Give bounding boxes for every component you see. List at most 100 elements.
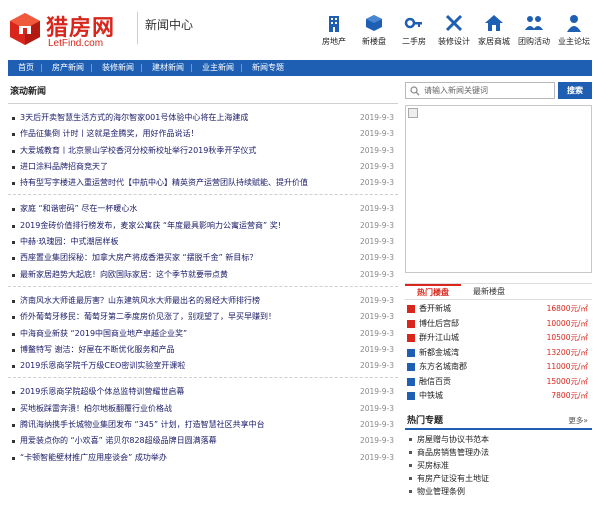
estate-name[interactable]: 中铁城: [419, 391, 443, 400]
news-item[interactable]: 家庭 “和谐密码” 尽在一杯暖心水 2019-9-3: [8, 201, 398, 217]
estate-item[interactable]: 东方名城南郡 11000元/㎡: [405, 360, 592, 375]
estate-tabs: 热门楼盘 最新楼盘: [405, 284, 592, 300]
search-button[interactable]: 搜索: [558, 82, 592, 99]
estate-name[interactable]: 东方名城南郡: [419, 362, 467, 371]
news-item[interactable]: 腾讯海纳携手长城物业集团发布 “345” 计划，打造智慧社区共享中台 2019-9…: [8, 417, 398, 433]
news-item[interactable]: 西座置业集团探秘：加拿大房产将成香港买家 “摆脱千金” 新目标？ 2019-9-3: [8, 250, 398, 266]
news-title[interactable]: 中海商业新获 “2019中国商业地产卓越企业奖”: [20, 329, 187, 338]
menu-material-news[interactable]: 建材新闻: [142, 60, 192, 76]
key-icon: [404, 14, 424, 32]
news-title[interactable]: 3天后开卖智慧生活方式的海尔智家001号体验中心将在上海建成: [20, 113, 248, 122]
estate-item[interactable]: 新都金城湾 13200元/㎡: [405, 346, 592, 361]
nav-decoration[interactable]: 装修设计: [434, 14, 474, 47]
estate-item[interactable]: 群升江山城 10500元/㎡: [405, 331, 592, 346]
news-date: 2019-9-3: [359, 161, 394, 171]
news-item[interactable]: 2019乐恩商学院超级个体总监特训营耀世启幕 2019-9-3: [8, 384, 398, 400]
menu-news-topics[interactable]: 新闻专题: [242, 60, 292, 76]
topic-item[interactable]: 有房产证没有土地证: [405, 472, 592, 485]
users-icon: [524, 14, 544, 32]
news-item[interactable]: 用爱装点你的 “小欢喜” 诺贝尔828超级品牌日圆满落幕 2019-9-3: [8, 433, 398, 449]
news-date: 2019-9-3: [359, 436, 394, 446]
news-title[interactable]: 最新家居趋势大起底！向欧国际家居：这个季节就要带点黄: [20, 270, 228, 279]
nav-forum[interactable]: 业主论坛: [554, 14, 594, 47]
main-menu: 首页 房产新闻 装修新闻 建材新闻 业主新闻 新闻专题: [8, 60, 592, 76]
topic-item[interactable]: 商品房销售管理办法: [405, 446, 592, 459]
news-date: 2019-9-3: [359, 269, 394, 279]
estate-name[interactable]: 融信百贡: [419, 377, 451, 386]
news-item[interactable]: 侨外葡萄牙移民：葡萄牙第二季度房价见涨了，别观望了，早买早赚到！ 2019-9-3: [8, 309, 398, 325]
nav-resale[interactable]: 二手房: [394, 14, 434, 47]
news-item[interactable]: “卡顿智能壁材推广应用座谈会” 成功举办 2019-9-3: [8, 450, 398, 466]
menu-owner-news[interactable]: 业主新闻: [192, 60, 242, 76]
rank-marker: [407, 348, 415, 357]
news-item[interactable]: 持有型写字楼进入重运营时代【中航中心】精英资产运营团队持续赋能、提升价值 2019…: [8, 175, 398, 191]
news-item[interactable]: 作品征集倒 计时丨这就是金腾奖，用好作品说话！ 2019-9-3: [8, 126, 398, 142]
nav-label: 装修设计: [438, 37, 470, 46]
news-title[interactable]: 中赫·玖瑰园：中式潮居样板: [20, 237, 119, 246]
topic-item[interactable]: 物业管理条例: [405, 485, 592, 498]
news-title[interactable]: 博鳌特写 谢洁：好屋在不断优化服务和产品: [20, 345, 175, 354]
news-title[interactable]: 持有型写字楼进入重运营时代【中航中心】精英资产运营团队持续赋能、提升价值: [20, 178, 308, 187]
nav-label: 二手房: [402, 37, 426, 46]
search-input[interactable]: 请输入新闻关键词: [405, 82, 555, 99]
menu-home[interactable]: 首页: [8, 60, 42, 76]
news-item[interactable]: 中赫·玖瑰园：中式潮居样板 2019-9-3: [8, 234, 398, 250]
tab-hot-estates[interactable]: 热门楼盘: [405, 284, 461, 299]
news-date: 2019-9-3: [359, 295, 394, 305]
estate-item[interactable]: 博仕后宫邸 10000元/㎡: [405, 317, 592, 332]
nav-real-estate[interactable]: 房地产: [314, 14, 354, 47]
tab-new-estates[interactable]: 最新楼盘: [461, 284, 517, 299]
news-title[interactable]: 2019乐恩商学院千万级CEO密训实验室开课啦: [20, 361, 185, 370]
news-item[interactable]: 济南风水大师谁最厉害？山东建筑风水大师最出名的易经大师排行榜 2019-9-3: [8, 293, 398, 309]
nav-group-buy[interactable]: 团购活动: [514, 14, 554, 47]
news-title[interactable]: 济南风水大师谁最厉害？山东建筑风水大师最出名的易经大师排行榜: [20, 296, 260, 305]
news-title[interactable]: 2019乐恩商学院超级个体总监特训营耀世启幕: [20, 387, 184, 396]
menu-decoration-news[interactable]: 装修新闻: [92, 60, 142, 76]
estate-name[interactable]: 新都金城湾: [419, 348, 459, 357]
menu-property-news[interactable]: 房产新闻: [42, 60, 92, 76]
topic-item[interactable]: 买房标准: [405, 459, 592, 472]
news-title[interactable]: 2019金砖价值排行榜发布，麦家公寓获 “年度最具影响力公寓运营商” 奖!: [20, 221, 281, 230]
news-item[interactable]: 2019乐恩商学院千万级CEO密训实验室开课啦 2019-9-3: [8, 358, 398, 374]
header-divider: [137, 12, 138, 44]
estate-item[interactable]: 香开新城 16800元/㎡: [405, 302, 592, 317]
rank-marker: [407, 392, 415, 400]
news-item[interactable]: 买地板踩雷奔溃！柏尔地板翻覆行业价格战 2019-9-3: [8, 401, 398, 417]
section-title: 滚动新闻: [8, 82, 398, 104]
news-item[interactable]: 博鳌特写 谢洁：好屋在不断优化服务和产品 2019-9-3: [8, 342, 398, 358]
estate-name[interactable]: 群升江山城: [419, 333, 459, 342]
news-date: 2019-9-3: [359, 387, 394, 397]
news-title[interactable]: “卡顿智能壁材推广应用座谈会” 成功举办: [20, 453, 167, 462]
topics-header: 热门专题 更多»: [405, 412, 592, 430]
ad-image[interactable]: [405, 105, 592, 273]
news-title[interactable]: 进口涂料品牌招商竞天了: [20, 162, 108, 171]
news-item[interactable]: 2019金砖价值排行榜发布，麦家公寓获 “年度最具影响力公寓运营商” 奖! 201…: [8, 218, 398, 234]
news-item[interactable]: 最新家居趋势大起底！向欧国际家居：这个季节就要带点黄 2019-9-3: [8, 267, 398, 283]
news-item[interactable]: 中海商业新获 “2019中国商业地产卓越企业奖” 2019-9-3: [8, 326, 398, 342]
news-title[interactable]: 买地板踩雷奔溃！柏尔地板翻覆行业价格战: [20, 404, 172, 413]
estate-item[interactable]: 融信百贡 15000元/㎡: [405, 375, 592, 390]
news-item[interactable]: 进口涂料品牌招商竞天了 2019-9-3: [8, 159, 398, 175]
site-header: 猎房网 LetFind.com 新闻中心 房地产 新楼盘 二手房 装修设计 家居…: [0, 0, 600, 60]
news-group: 2019乐恩商学院超级个体总监特训营耀世启幕 2019-9-3 买地板踩雷奔溃！柏…: [8, 378, 398, 468]
estate-name[interactable]: 博仕后宫邸: [419, 319, 459, 328]
news-item[interactable]: 3天后开卖智慧生活方式的海尔智家001号体验中心将在上海建成 2019-9-3: [8, 110, 398, 126]
more-link[interactable]: 更多»: [568, 412, 588, 430]
news-title[interactable]: 用爱装点你的 “小欢喜” 诺贝尔828超级品牌日圆满落幕: [20, 436, 217, 445]
news-title[interactable]: 腾讯海纳携手长城物业集团发布 “345” 计划，打造智慧社区共享中台: [20, 420, 265, 429]
estate-name[interactable]: 香开新城: [419, 304, 451, 313]
site-logo[interactable]: 猎房网 LetFind.com: [8, 10, 143, 50]
news-title[interactable]: 作品征集倒 计时丨这就是金腾奖，用好作品说话！: [20, 129, 199, 138]
estate-item[interactable]: 中铁城 7800元/㎡: [405, 389, 592, 404]
news-date: 2019-9-3: [359, 452, 394, 462]
news-title[interactable]: 西座置业集团探秘：加拿大房产将成香港买家 “摆脱千金” 新目标？: [20, 253, 257, 262]
scrolling-news: 滚动新闻 3天后开卖智慧生活方式的海尔智家001号体验中心将在上海建成 2019-…: [8, 82, 398, 469]
nav-furnishing[interactable]: 家居商城: [474, 14, 514, 47]
news-item[interactable]: 大爱城教育丨北京景山学校香河分校新校址举行2019秋季开学仪式 2019-9-3: [8, 143, 398, 159]
nav-new-homes[interactable]: 新楼盘: [354, 14, 394, 47]
topic-item[interactable]: 房屋赠与协议书范本: [405, 433, 592, 446]
news-title[interactable]: 大爱城教育丨北京景山学校香河分校新校址举行2019秋季开学仪式: [20, 146, 256, 155]
news-title[interactable]: 侨外葡萄牙移民：葡萄牙第二季度房价见涨了，别观望了，早买早赚到！: [20, 312, 276, 321]
news-title[interactable]: 家庭 “和谐密码” 尽在一杯暖心水: [20, 204, 137, 213]
news-date: 2019-9-3: [359, 237, 394, 247]
